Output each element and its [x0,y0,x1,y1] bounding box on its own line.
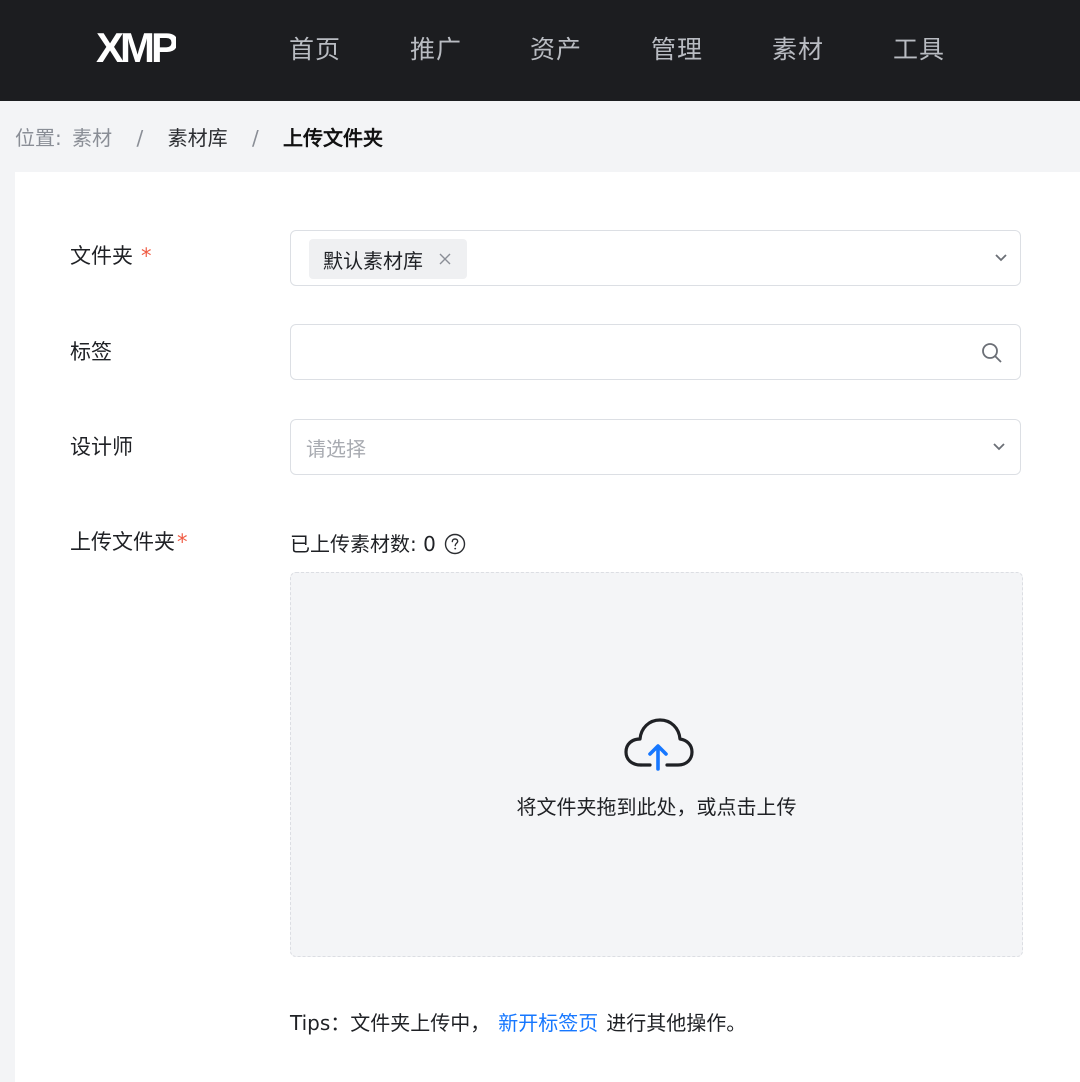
upload-tips: Tips：文件夹上传中， 新开标签页 进行其他操作。 [290,1009,746,1037]
selected-folder-tag: 默认素材库 [309,239,467,279]
folder-dropzone[interactable]: 将文件夹拖到此处，或点击上传 [290,572,1023,957]
breadcrumb-separator: / [136,126,144,150]
tips-suffix: 进行其他操作。 [606,1011,747,1035]
breadcrumb-separator: / [251,126,259,150]
tags-label: 标签 [70,340,112,364]
designer-label: 设计师 [70,435,133,459]
breadcrumb-item-current: 上传文件夹 [283,126,384,150]
required-mark: * [177,530,188,554]
nav-item-assets[interactable]: 资产 [530,30,582,66]
breadcrumb: 位置: 素材 / 素材库 / 上传文件夹 [15,124,383,152]
chevron-down-icon[interactable] [994,253,1008,263]
designer-placeholder: 请选择 [306,437,366,461]
breadcrumb-prefix: 位置: [15,126,62,150]
tips-prefix: Tips：文件夹上传中， [290,1011,491,1035]
nav-item-home[interactable]: 首页 [289,30,341,66]
folder-select[interactable]: 默认素材库 [290,230,1021,286]
dropzone-text: 将文件夹拖到此处，或点击上传 [516,795,797,819]
search-icon[interactable] [980,341,1004,365]
upload-folder-label: 上传文件夹* [70,528,188,556]
cloud-upload-icon [624,718,694,771]
folder-label: 文件夹 * [70,242,152,270]
breadcrumb-item-library[interactable]: 素材库 [168,126,228,150]
logo-text: XMP [96,26,176,66]
folder-label-text: 文件夹 [70,244,133,268]
upload-count-text: 已上传素材数: 0 [290,532,436,556]
required-mark: * [141,244,152,268]
upload-folder-label-text: 上传文件夹 [70,530,175,554]
chevron-down-icon[interactable] [992,442,1006,452]
xmp-logo[interactable]: XMP [96,26,176,66]
nav-item-promotion[interactable]: 推广 [410,30,462,66]
designer-select[interactable]: 请选择 [290,419,1021,475]
open-new-tab-link[interactable]: 新开标签页 [498,1011,598,1035]
upload-count: 已上传素材数: 0 [290,530,466,558]
tags-input[interactable] [290,324,1021,380]
breadcrumb-item-materials[interactable]: 素材 [72,126,112,150]
close-icon[interactable] [437,251,453,267]
selected-folder-tag-label: 默认素材库 [323,248,423,273]
nav-item-tools[interactable]: 工具 [893,30,945,66]
top-nav-bar: XMP 首页 推广 资产 管理 素材 工具 [0,0,1080,101]
nav-item-management[interactable]: 管理 [651,30,703,66]
question-circle-icon[interactable] [444,533,466,555]
nav-item-materials[interactable]: 素材 [772,30,824,66]
